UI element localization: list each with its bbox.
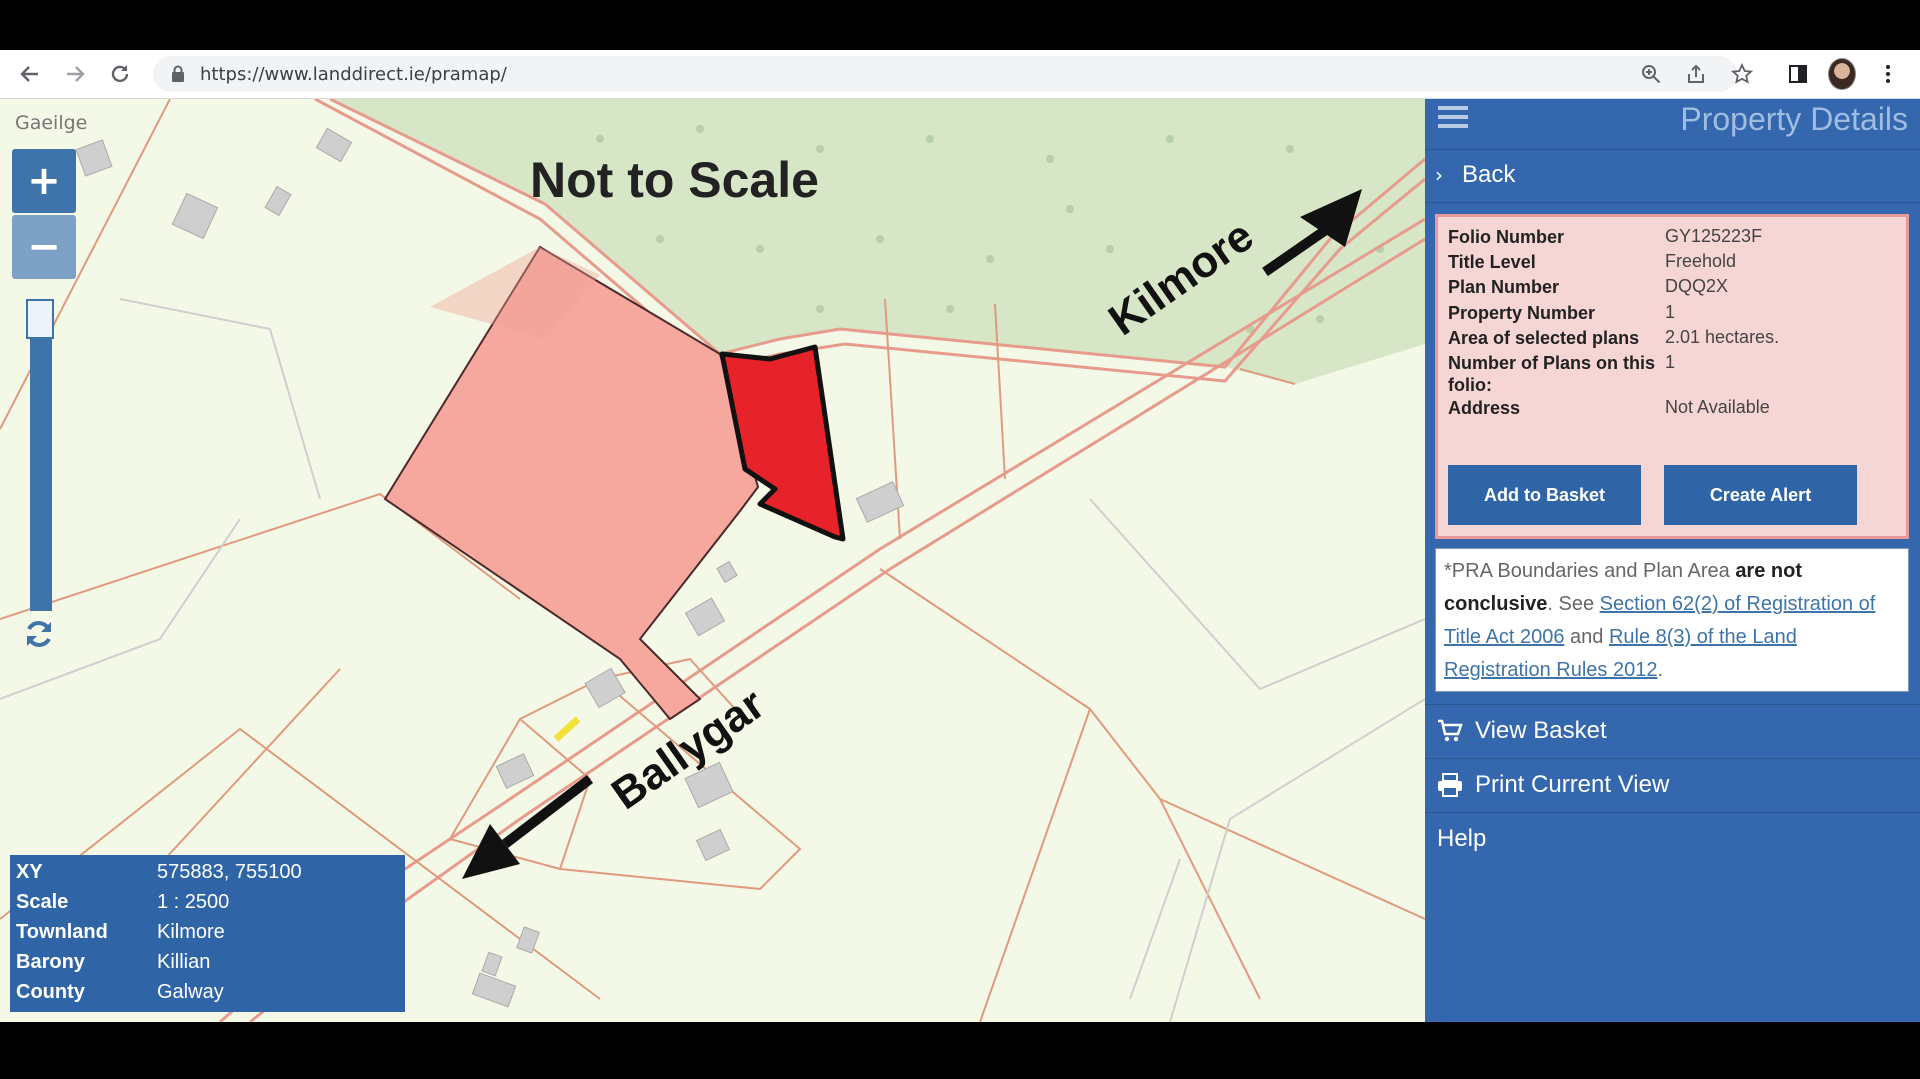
- property-details-panel: Property Details › Back Folio Number GY1…: [1425, 99, 1920, 1022]
- back-label: Back: [1462, 161, 1516, 188]
- lock-icon: [171, 65, 185, 87]
- panel-header: Property Details: [1425, 99, 1920, 147]
- url-text: https://www.landdirect.ie/pramap/: [200, 64, 507, 85]
- side-panel-icon[interactable]: [1784, 60, 1812, 88]
- zoom-slider-handle[interactable]: [26, 299, 54, 339]
- back-link[interactable]: › Back: [1425, 149, 1920, 203]
- reload-icon[interactable]: [106, 60, 134, 88]
- zoom-slider-track[interactable]: [30, 304, 52, 611]
- view-basket-link[interactable]: View Basket: [1425, 704, 1920, 759]
- browser-toolbar: https://www.landdirect.ie/pramap/: [0, 50, 1920, 99]
- zoom-icon[interactable]: [1639, 62, 1663, 86]
- avatar[interactable]: [1828, 58, 1856, 90]
- zoom-out-button[interactable]: −: [12, 215, 76, 279]
- info-row: XY 575883, 755100: [16, 861, 302, 883]
- panel-title: Property Details: [1680, 101, 1908, 137]
- property-details-card: Folio Number GY125223F Title Level Freeh…: [1435, 214, 1909, 539]
- map-view[interactable]: Gaeilge + − Not to Scale Kilmore Ballyga…: [0, 99, 1425, 1022]
- create-alert-button[interactable]: Create Alert: [1664, 465, 1857, 525]
- bookmark-star-icon[interactable]: [1730, 62, 1754, 86]
- hamburger-menu-icon[interactable]: [1438, 106, 1468, 132]
- help-link[interactable]: Help: [1425, 812, 1920, 867]
- cart-icon: [1437, 719, 1463, 743]
- boundary-notice: *PRA Boundaries and Plan Area are not co…: [1435, 548, 1909, 692]
- chevron-right-icon: ›: [1435, 163, 1443, 187]
- share-icon[interactable]: [1684, 62, 1708, 86]
- info-row: Scale 1 : 2500: [16, 891, 230, 913]
- address-bar[interactable]: https://www.landdirect.ie/pramap/: [153, 56, 1753, 92]
- forward-arrow-icon[interactable]: [61, 60, 89, 88]
- printer-icon: [1437, 773, 1463, 797]
- info-row: Barony Killian: [16, 951, 211, 973]
- back-arrow-icon[interactable]: [16, 60, 44, 88]
- info-row: County Galway: [16, 981, 224, 1003]
- print-current-view-link[interactable]: Print Current View: [1425, 758, 1920, 813]
- language-link[interactable]: Gaeilge: [15, 112, 87, 134]
- zoom-in-button[interactable]: +: [12, 149, 76, 213]
- map-info-box: XY 575883, 755100 Scale 1 : 2500 Townlan…: [10, 855, 405, 1012]
- info-row: Townland Kilmore: [16, 921, 225, 943]
- add-to-basket-button[interactable]: Add to Basket: [1448, 465, 1641, 525]
- kebab-menu-icon[interactable]: [1874, 60, 1902, 88]
- map-title: Not to Scale: [530, 152, 819, 208]
